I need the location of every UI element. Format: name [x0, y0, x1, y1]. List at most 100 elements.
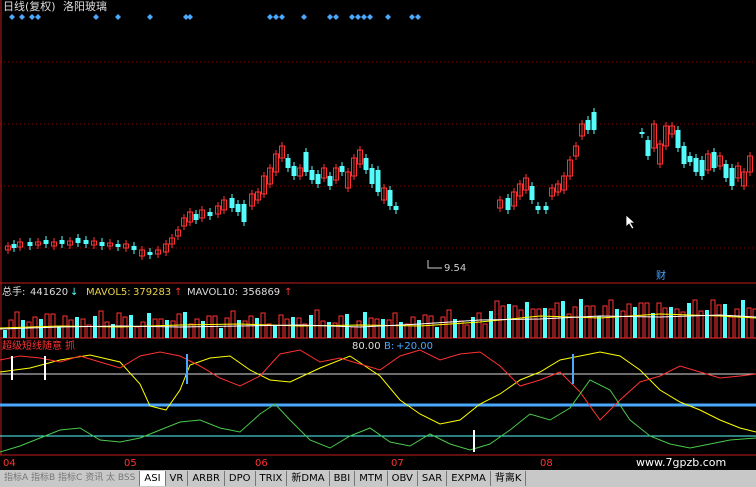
candle-body	[639, 132, 645, 134]
candle-body	[729, 168, 735, 186]
volume-bar	[633, 307, 637, 338]
volume-bar	[345, 314, 349, 338]
indicator-green-line	[0, 379, 756, 453]
signal-diamond-icon	[93, 14, 99, 20]
volume-bar	[26, 321, 32, 339]
month-label-06: 06	[255, 458, 268, 469]
volume-bar	[687, 303, 691, 338]
volume-bar	[338, 315, 344, 339]
volume-bar	[3, 330, 7, 338]
volume-bar	[435, 327, 439, 338]
volume-bar	[741, 300, 745, 338]
signal-diamond-icon	[9, 14, 15, 20]
signal-diamond-icon	[147, 14, 153, 20]
signal-diamond-icon	[385, 14, 391, 20]
indicator-lines	[0, 349, 756, 453]
tab-sar[interactable]: SAR	[418, 471, 448, 486]
volume-bar	[165, 320, 169, 338]
mavol5-value: 379283	[133, 287, 172, 298]
volume-bar	[620, 310, 626, 339]
tab-asi[interactable]: ASI	[140, 471, 166, 486]
month-label-07: 07	[391, 458, 404, 469]
tab-bbi[interactable]: BBI	[330, 471, 356, 486]
volume-bar	[710, 299, 716, 339]
signal-diamond-icon	[367, 14, 373, 20]
candle-body	[543, 206, 549, 210]
volume-bar	[75, 317, 79, 338]
candle-body	[699, 160, 705, 176]
volume-bar	[615, 309, 619, 338]
volume-bar	[662, 307, 668, 339]
indicator-level-a: 80.00	[352, 341, 381, 352]
finance-marker[interactable]: 财	[656, 271, 666, 283]
volume-bar	[422, 314, 428, 339]
month-label-08: 08	[540, 458, 553, 469]
tab-dpo[interactable]: DPO	[225, 471, 256, 486]
volume-bar	[356, 320, 362, 339]
tab-expma[interactable]: EXPMA	[447, 471, 491, 486]
volume-bar	[536, 308, 542, 339]
candle-body	[147, 252, 153, 255]
volume-bar	[440, 316, 446, 339]
volume-bar	[464, 324, 470, 339]
volume-bar	[140, 321, 146, 339]
volume-bar	[554, 302, 560, 339]
volume-bar	[374, 318, 380, 339]
candle-body	[11, 244, 17, 248]
candle-body	[675, 130, 681, 148]
volume-bar	[579, 299, 583, 338]
grid-lines	[0, 0, 756, 456]
indicator-level-b-label: B:	[384, 341, 395, 352]
mavol5-arrow: ↑	[174, 287, 183, 298]
indicator-title: 超级短线随意 抓	[2, 341, 76, 352]
volume-bar	[716, 304, 722, 339]
month-label-05: 05	[124, 458, 137, 469]
volume-bar	[122, 316, 128, 339]
candle-body	[591, 112, 597, 130]
volume-bar	[278, 314, 284, 339]
total-volume-arrow: ↓	[70, 287, 79, 298]
signal-diamond-icon	[29, 14, 35, 20]
tab-mtm[interactable]: MTM	[355, 471, 388, 486]
volume-bar	[705, 310, 709, 338]
candle-body	[375, 170, 381, 192]
tab-obv[interactable]: OBV	[388, 471, 418, 486]
signal-diamond-icon	[415, 14, 421, 20]
signal-markers	[9, 14, 421, 20]
volume-bar	[381, 319, 385, 338]
candle-body	[369, 168, 375, 184]
volume-bar	[734, 308, 740, 339]
volume-bar	[561, 301, 565, 338]
candle-body	[285, 158, 291, 168]
signal-diamond-icon	[409, 14, 415, 20]
candle-body	[339, 166, 345, 172]
tab-vr[interactable]: VR	[166, 471, 189, 486]
volume-bar	[188, 323, 194, 339]
candle-body	[505, 198, 511, 210]
mavol10-value: 356869	[242, 287, 281, 298]
volume-bar	[176, 313, 182, 339]
candle-body	[585, 120, 591, 130]
volume-bar	[194, 318, 200, 339]
watermark: www.7gpzb.com	[636, 456, 727, 469]
volume-bar	[255, 318, 259, 338]
tab-trix[interactable]: TRIX	[256, 471, 288, 486]
volume-bar	[728, 316, 734, 339]
volume-bar	[602, 305, 608, 339]
volume-bar	[320, 320, 326, 339]
tab-beili-k[interactable]: 背离K	[491, 471, 527, 486]
signal-diamond-icon	[333, 14, 339, 20]
volume-bar	[248, 315, 254, 339]
candle-body	[393, 206, 399, 210]
volume-bars	[0, 299, 756, 339]
volume-bar	[507, 304, 511, 338]
tab-arbr[interactable]: ARBR	[188, 471, 225, 486]
volume-bar	[291, 317, 295, 338]
candle-body	[83, 240, 89, 244]
signal-diamond-icon	[115, 14, 121, 20]
volume-bar	[21, 320, 25, 338]
low-price-label: 9.54	[444, 263, 467, 274]
candle-body	[645, 140, 651, 156]
tab-new-dma[interactable]: 新DMA	[287, 471, 330, 486]
volume-bar	[543, 308, 547, 338]
